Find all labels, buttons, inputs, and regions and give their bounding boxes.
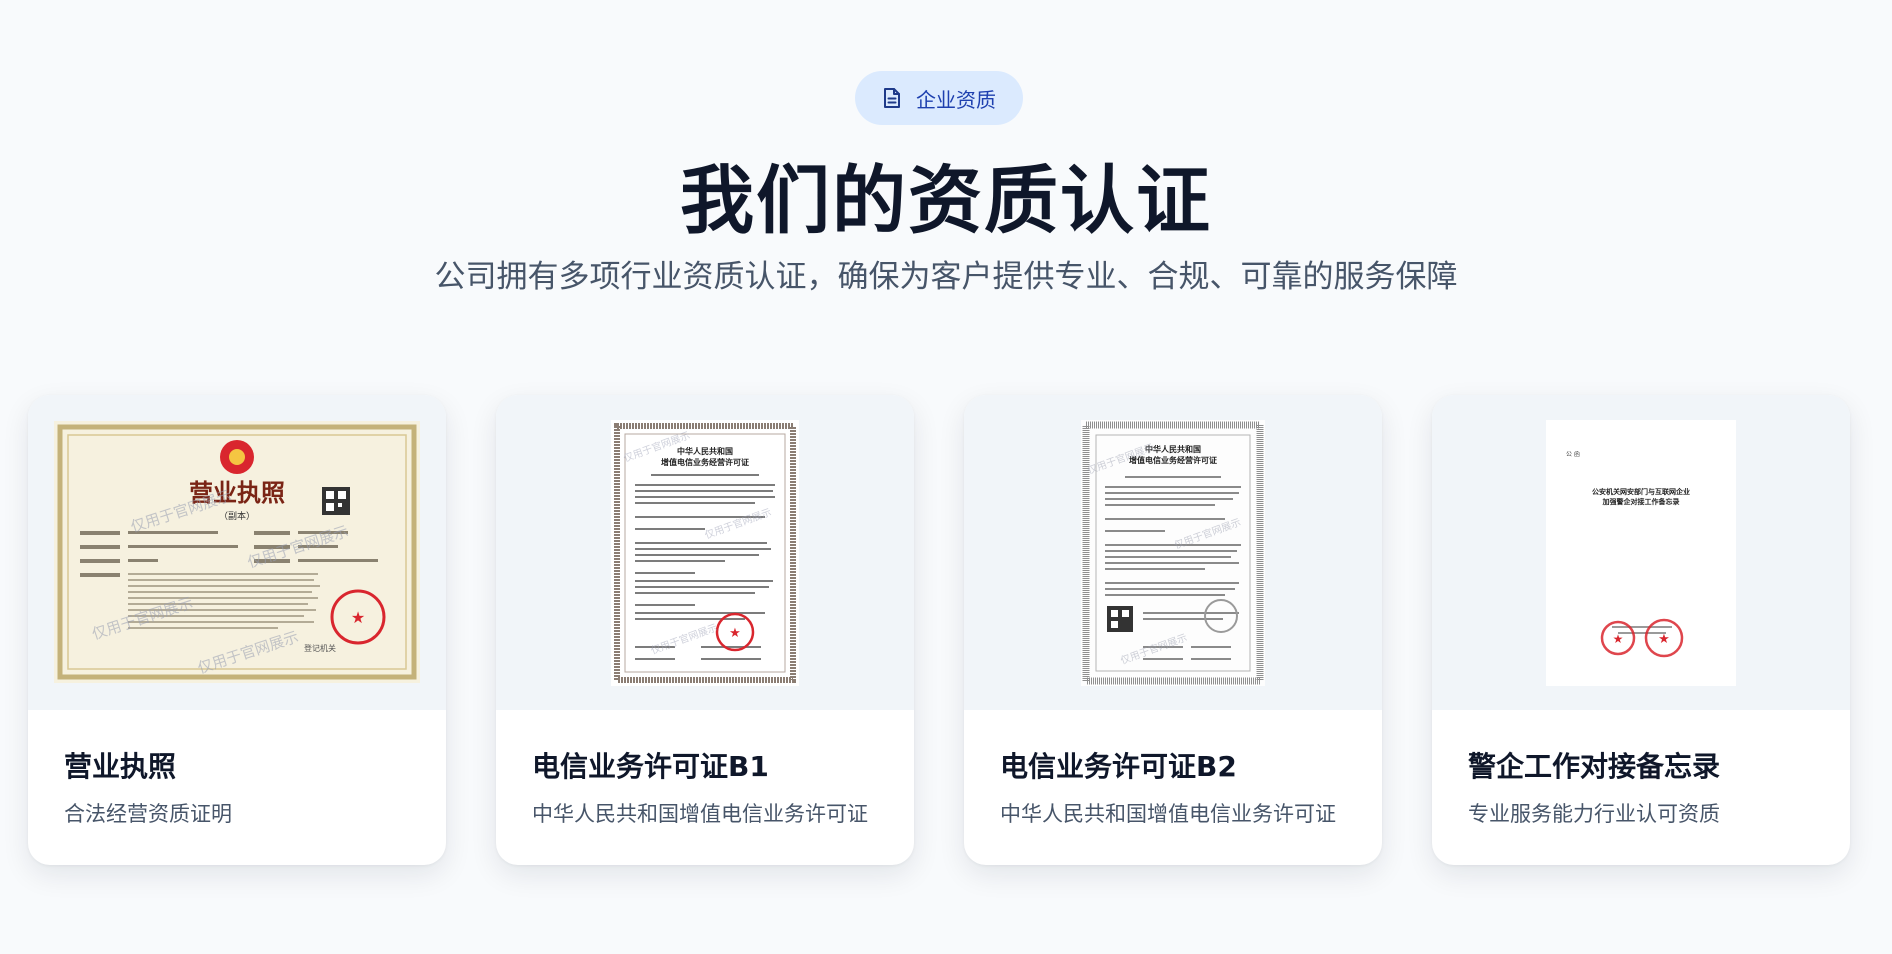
memo-heading-line1: 公安机关网安部门与互联网企业 (1592, 487, 1690, 496)
b1-heading-line1: 中华人民共和国 (677, 446, 733, 456)
license-authority: 登记机关 (304, 643, 336, 653)
document-icon (882, 87, 902, 109)
certificate-image-area: 中华人民共和国 增值电信业务经营许可证 (964, 395, 1382, 710)
certificate-title: 电信业务许可证B1 (532, 750, 769, 783)
business-license-image[interactable]: 营业执照 （副本） ★ 登记机关 仅用于官网展示 仅用于官网展示 仅用于官网展示… (54, 421, 420, 683)
memo-salutation: 公 函 (1566, 450, 1580, 458)
certificate-grid: 营业执照 （副本） ★ 登记机关 仅用于官网展示 仅用于官网展示 仅用于官网展示… (28, 395, 1852, 865)
svg-text:★: ★ (1613, 632, 1624, 646)
page-title: 我们的资质认证 (680, 158, 1212, 244)
certificate-card-telecom-b2[interactable]: 中华人民共和国 增值电信业务经营许可证 仅用于官网展示 仅用于官网展示 仅用于官… (964, 395, 1382, 865)
qualifications-section: 企业资质 我们的资质认证 公司拥有多项行业资质认证，确保为客户提供专业、合规、可… (0, 0, 1892, 954)
badge-label: 企业资质 (916, 87, 996, 112)
certificate-image-area: 营业执照 （副本） ★ 登记机关 仅用于官网展示 仅用于官网展示 仅用于官网展示… (28, 395, 446, 710)
memo-heading-line2: 加强警企对接工作备忘录 (1602, 497, 1680, 506)
svg-text:★: ★ (729, 626, 741, 641)
certificate-card-telecom-b1[interactable]: 中华人民共和国 增值电信业务经营许可证 ★ 仅用于官网展示 仅用于官网展示 仅用… (496, 395, 914, 865)
b1-heading-line2: 增值电信业务经营许可证 (661, 457, 749, 467)
telecom-b1-image[interactable]: 中华人民共和国 增值电信业务经营许可证 ★ 仅用于官网展示 仅用于官网展示 仅用… (611, 420, 799, 686)
police-memo-image[interactable]: 公 函 公安机关网安部门与互联网企业 加强警企对接工作备忘录 ★ ★ (1546, 420, 1736, 686)
certificate-card-business-license[interactable]: 营业执照 （副本） ★ 登记机关 仅用于官网展示 仅用于官网展示 仅用于官网展示… (28, 395, 446, 865)
section-badge: 企业资质 (855, 71, 1023, 125)
certificate-title: 电信业务许可证B2 (1000, 750, 1237, 783)
certificate-title: 营业执照 (64, 750, 177, 783)
certificate-description: 合法经营资质证明 (64, 802, 232, 826)
svg-text:★: ★ (1658, 632, 1670, 647)
certificate-card-police-memo[interactable]: 公 函 公安机关网安部门与互联网企业 加强警企对接工作备忘录 ★ ★ 警企工作对… (1432, 395, 1850, 865)
certificate-image-area: 中华人民共和国 增值电信业务经营许可证 (496, 395, 914, 710)
page-subtitle: 公司拥有多项行业资质认证，确保为客户提供专业、合规、可靠的服务保障 (434, 259, 1458, 295)
svg-text:★: ★ (351, 608, 365, 627)
license-subheading: （副本） (219, 510, 255, 522)
telecom-b2-image[interactable]: 中华人民共和国 增值电信业务经营许可证 仅用于官网展示 仅用于官网展示 仅用于官… (1081, 420, 1265, 686)
certificate-title: 警企工作对接备忘录 (1468, 750, 1721, 783)
certificate-description: 中华人民共和国增值电信业务许可证 (1000, 802, 1336, 826)
certificate-description: 中华人民共和国增值电信业务许可证 (532, 802, 868, 826)
certificate-image-area: 公 函 公安机关网安部门与互联网企业 加强警企对接工作备忘录 ★ ★ (1432, 395, 1850, 710)
certificate-description: 专业服务能力行业认可资质 (1468, 802, 1720, 826)
